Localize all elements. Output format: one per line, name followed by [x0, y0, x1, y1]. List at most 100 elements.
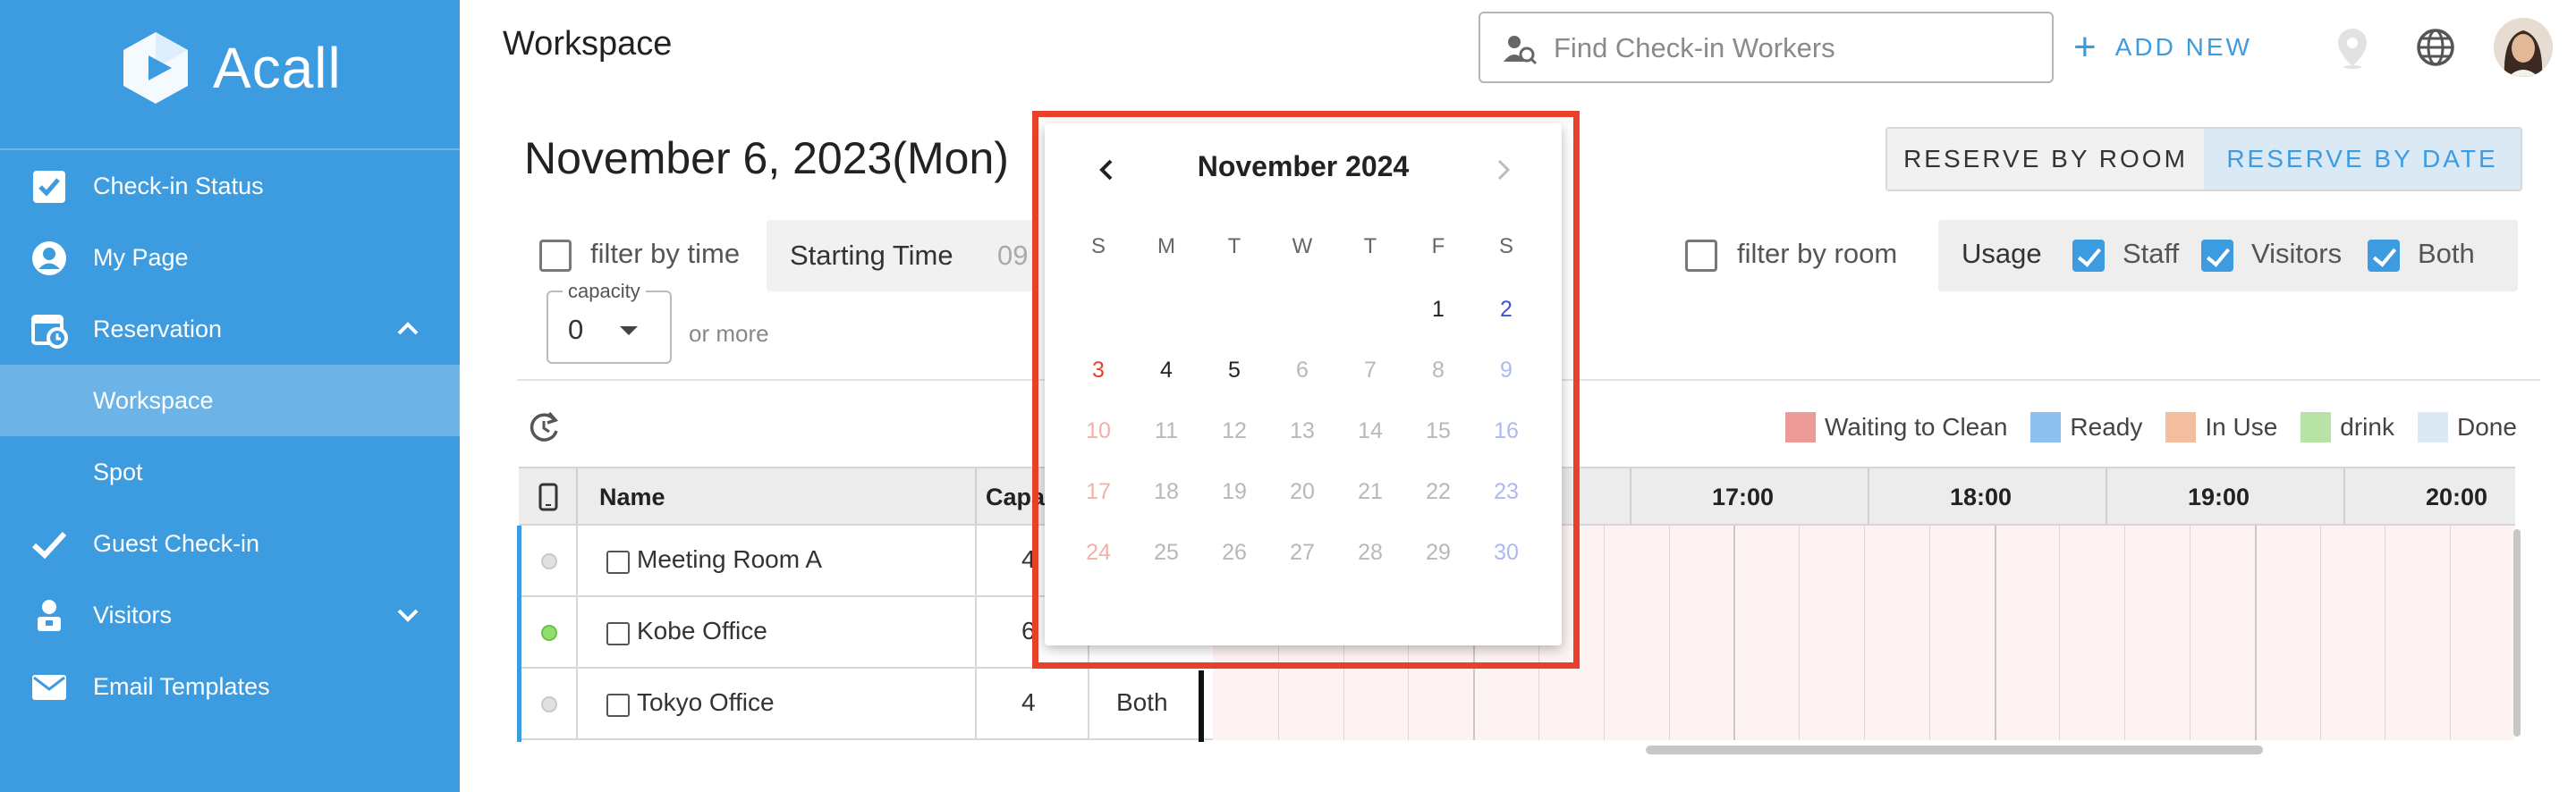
room-name[interactable]: Meeting Room A — [637, 545, 822, 574]
acall-logo-icon — [116, 29, 195, 107]
status-dot — [541, 553, 557, 569]
column-divider — [975, 669, 977, 740]
time-slot-divider — [1733, 526, 1735, 597]
legend-swatch — [1785, 412, 1816, 442]
legend-item: Done — [2417, 412, 2517, 442]
add-new-label: ADD NEW — [2114, 33, 2252, 61]
usage-staff-checkbox[interactable] — [2072, 240, 2105, 272]
time-slot-divider — [2450, 669, 2451, 740]
row-checkbox[interactable] — [606, 551, 630, 574]
brand-logo[interactable]: Acall — [116, 25, 342, 111]
horizontal-scrollbar[interactable] — [1646, 746, 2263, 754]
sidebar-item-my-page[interactable]: My Page — [0, 222, 460, 293]
time-slot-grid[interactable] — [1213, 669, 2515, 740]
room-name[interactable]: Kobe Office — [637, 617, 767, 645]
column-divider — [2106, 468, 2107, 526]
time-slot-divider — [1343, 669, 1344, 740]
room-name[interactable]: Tokyo Office — [637, 688, 775, 717]
column-divider — [1088, 669, 1089, 740]
search-input[interactable]: Find Check-in Workers — [1479, 12, 2054, 83]
usage-visitors-label: Visitors — [2251, 238, 2343, 269]
sidebar-item-check-in-status[interactable]: Check-in Status — [0, 150, 460, 222]
sidebar-item-label: Visitors — [93, 601, 173, 628]
sidebar-item-label: Reservation — [93, 315, 223, 342]
row-checkbox[interactable] — [606, 622, 630, 645]
time-header: 18:00 — [1950, 483, 2012, 510]
time-slot-divider — [2059, 669, 2060, 740]
sidebar-item-email-templates[interactable]: Email Templates — [0, 651, 460, 722]
time-slot-divider — [2255, 597, 2257, 669]
time-slot-divider — [1995, 597, 1996, 669]
time-slot-divider — [1604, 526, 1605, 597]
sidebar-item-visitors[interactable]: Visitors — [0, 579, 460, 651]
page-title: Workspace — [503, 25, 673, 63]
time-slot-divider — [2255, 669, 2257, 740]
starting-time-value: 09 — [997, 240, 1029, 271]
sidebar: Acall Check-in Status My Page Reservatio… — [0, 0, 460, 792]
time-slot-divider — [1799, 526, 1800, 597]
starting-time-field[interactable]: Starting Time 09 — [767, 220, 1035, 291]
time-slot-divider — [1669, 526, 1670, 597]
time-slot-divider — [1799, 597, 1800, 669]
tab-reserve-by-date[interactable]: RESERVE BY DATE — [2204, 129, 2521, 190]
add-new-button[interactable]: + ADD NEW — [2073, 25, 2252, 70]
selected-date-title[interactable]: November 6, 2023(Mon) — [524, 132, 1009, 184]
time-slot-divider — [1473, 669, 1475, 740]
legend-label: Waiting to Clean — [1825, 413, 2008, 441]
time-header: 20:00 — [2426, 483, 2488, 510]
location-pin-icon[interactable] — [2334, 27, 2370, 70]
time-slot-divider — [1604, 597, 1605, 669]
column-divider — [576, 669, 578, 740]
time-header: 19:00 — [2188, 483, 2250, 510]
avatar[interactable] — [2494, 18, 2553, 77]
tab-reserve-by-room[interactable]: RESERVE BY ROOM — [1887, 129, 2204, 190]
status-legend: Waiting to Clean Ready In Use drink Done — [1785, 411, 2540, 443]
filter-by-time-checkbox[interactable] — [539, 240, 572, 272]
vertical-scrollbar[interactable] — [2513, 529, 2521, 737]
filter-by-room-label: filter by room — [1737, 238, 1898, 269]
refresh-icon[interactable] — [526, 409, 562, 445]
row-checkbox[interactable] — [606, 694, 630, 717]
column-divider — [975, 526, 977, 597]
usage-both-label: Both — [2418, 238, 2475, 269]
time-slot-divider — [1929, 669, 1930, 740]
sidebar-item-reservation[interactable]: Reservation — [0, 293, 460, 365]
legend-swatch — [2165, 412, 2197, 442]
globe-icon[interactable] — [2415, 27, 2456, 68]
legend-item: Waiting to Clean — [1785, 412, 2007, 442]
dropdown-caret-icon — [620, 326, 638, 335]
sidebar-item-spot[interactable]: Spot — [0, 436, 460, 508]
time-slot-divider — [1733, 669, 1735, 740]
status-dot — [541, 696, 557, 712]
row-accent-bar — [517, 526, 521, 742]
time-slot-divider — [2255, 526, 2257, 597]
column-header-name[interactable]: Name — [599, 468, 665, 526]
usage-visitors-checkbox[interactable] — [2201, 240, 2233, 272]
capacity-label: capacity — [563, 280, 646, 303]
time-header: 17:00 — [1712, 483, 1775, 510]
sidebar-item-guest-check-in[interactable]: Guest Check-in — [0, 508, 460, 579]
time-slot-divider — [2059, 597, 2060, 669]
time-slot-divider — [1669, 669, 1670, 740]
time-slot-divider — [1799, 669, 1800, 740]
capacity-select[interactable]: capacity 0 — [547, 280, 672, 364]
sidebar-item-workspace[interactable]: Workspace — [0, 365, 460, 436]
device-icon — [538, 468, 558, 526]
time-slot-divider — [1278, 669, 1279, 740]
legend-swatch — [2030, 412, 2062, 442]
time-slot-divider — [2124, 526, 2125, 597]
chevron-up-icon[interactable] — [394, 315, 422, 343]
legend-label: In Use — [2205, 413, 2278, 441]
filter-by-room-checkbox[interactable] — [1685, 240, 1717, 272]
table-row[interactable]: Tokyo Office 4 Both — [519, 669, 2515, 740]
time-slot-divider — [1604, 669, 1605, 740]
plus-icon: + — [2073, 25, 2099, 69]
time-slot-divider — [2320, 669, 2321, 740]
chevron-down-icon[interactable] — [394, 601, 422, 629]
usage-both-checkbox[interactable] — [2368, 240, 2400, 272]
usage-staff-label: Staff — [2123, 238, 2180, 269]
visitors-icon — [30, 597, 68, 635]
current-time-line — [1199, 670, 1204, 742]
time-slot-divider — [2059, 526, 2060, 597]
or-more-label: or more — [689, 320, 769, 347]
